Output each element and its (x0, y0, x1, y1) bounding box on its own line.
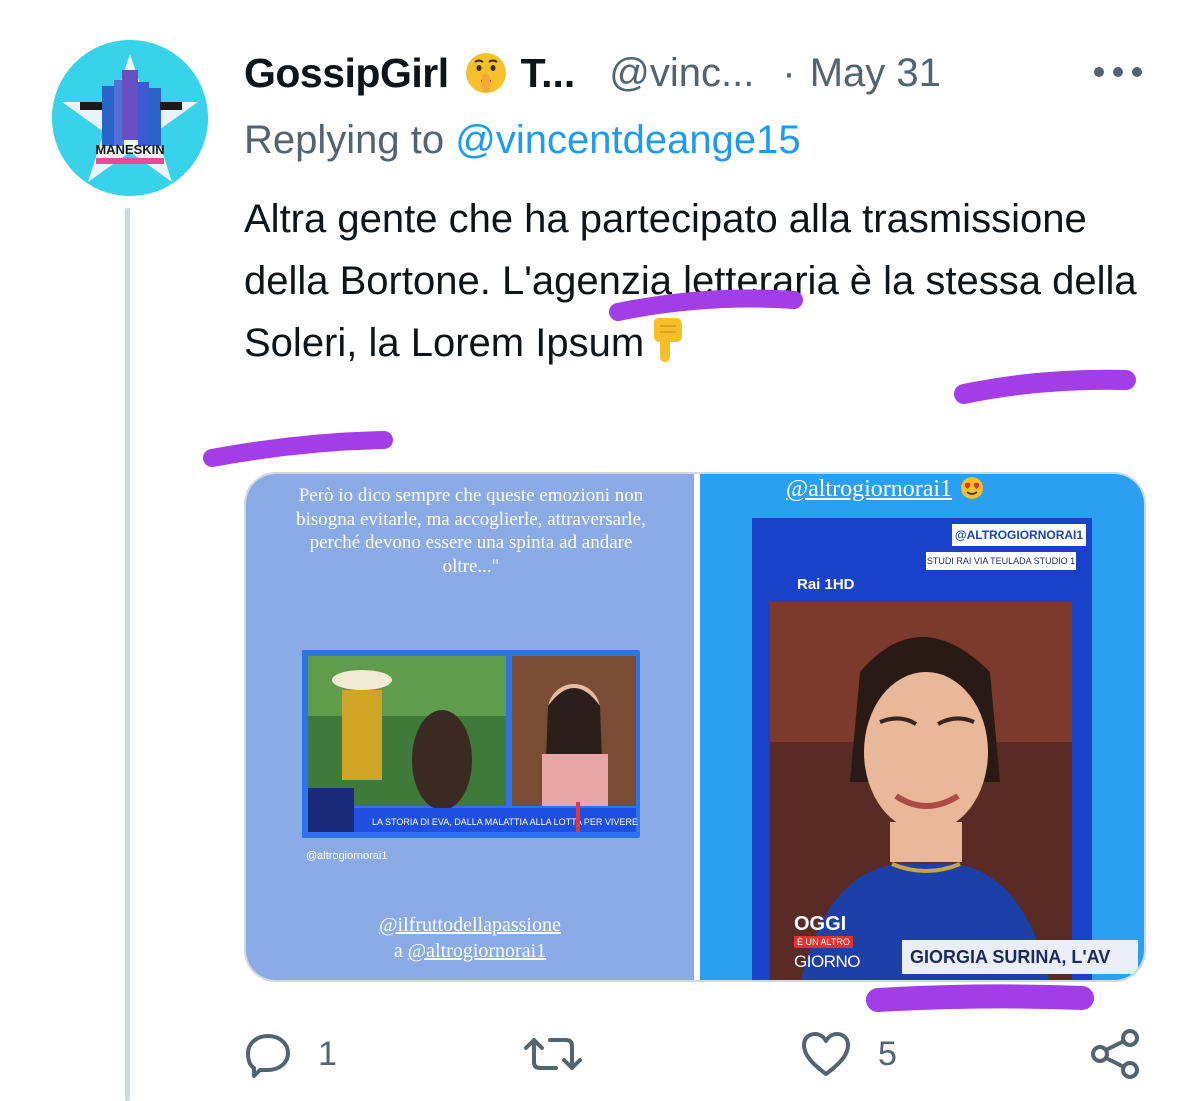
tweet-actions: 1 5 (244, 1024, 1144, 1084)
separator-dot: · (782, 50, 796, 95)
reply-mention-link[interactable]: @vincentdeange15 (455, 118, 800, 162)
story-tag-top-text: @altrogiornorai1 (786, 476, 953, 502)
tv-location: STUDI RAI VIA TEULADA STUDIO 1 (926, 552, 1076, 570)
reply-icon (246, 1034, 290, 1078)
shushing-face-icon (465, 53, 506, 93)
story-tag-line2: a @altrogiornorai1 (246, 940, 694, 963)
media-image-right[interactable]: @altrogiornorai1 @ALTROGIORNORAI1 STUDI … (700, 474, 1144, 980)
tweet-date[interactable]: May 31 (810, 51, 941, 96)
share-button[interactable] (1090, 1024, 1142, 1084)
avatar-image: MANESKIN (52, 40, 208, 196)
instagram-credit: @altrogiornorai1 (306, 850, 388, 862)
show-subtitle: È UN ALTRO (794, 936, 853, 948)
heart-icon (802, 1032, 850, 1076)
show-title: OGGI (794, 913, 847, 935)
story-tag-prefix: a (393, 940, 403, 962)
lower-third-caption: GIORGIA SURINA, L'AV (902, 940, 1138, 974)
video-caption: LA STORIA DI EVA, DALLA MALATTIA ALLA LO… (372, 817, 638, 827)
highlight-scribble-ipsum (203, 431, 393, 467)
story-tag-handle: @altrogiornorai1 (407, 940, 547, 962)
thread-line (125, 208, 130, 1101)
replying-to: Replying to @vincentdeange15 (244, 118, 801, 163)
reply-count: 1 (318, 1034, 337, 1073)
tv-badge: @ALTROGIORNORAI1 (952, 524, 1086, 546)
reply-prefix: Replying to (244, 118, 445, 162)
retweet-icon (524, 1038, 582, 1070)
tweet-text: Altra gente che ha partecipato alla tras… (244, 188, 1144, 374)
point-down-icon (654, 318, 683, 362)
highlight-scribble-giorgia (866, 984, 1094, 1012)
tweet-header: GossipGirl T... @vinc... · May 31 (244, 45, 941, 101)
tweet-media[interactable]: Però io dico sempre che queste emozioni … (244, 472, 1146, 982)
story-tag-top: @altrogiornorai1 (786, 476, 984, 503)
like-count: 5 (878, 1034, 897, 1073)
media-image-left[interactable]: Però io dico sempre che queste emozioni … (246, 474, 694, 980)
rai-logo: Rai 1HD (794, 576, 858, 593)
video-thumbnail: LA STORIA DI EVA, DALLA MALATTIA ALLA LO… (302, 650, 640, 838)
story-quote: Però io dico sempre che queste emozioni … (296, 485, 646, 577)
show-giorno: GIORNO (794, 952, 860, 971)
like-button[interactable]: 5 (800, 1024, 897, 1084)
tweet-text-content: Altra gente che ha partecipato alla tras… (244, 197, 1137, 365)
user-handle[interactable]: @vinc... (609, 51, 754, 96)
story-tag-line1: @ilfruttodellapassione (379, 914, 561, 936)
display-name-truncated[interactable]: T... (521, 50, 576, 97)
heart-eyes-icon (961, 477, 984, 499)
avatar[interactable]: MANESKIN (52, 40, 208, 196)
more-options-icon[interactable] (1094, 60, 1142, 84)
reply-button[interactable]: 1 (244, 1024, 337, 1084)
avatar-label: MANESKIN (95, 142, 164, 157)
retweet-button[interactable] (522, 1024, 610, 1084)
share-icon (1091, 1029, 1139, 1079)
display-name[interactable]: GossipGirl (244, 50, 449, 97)
